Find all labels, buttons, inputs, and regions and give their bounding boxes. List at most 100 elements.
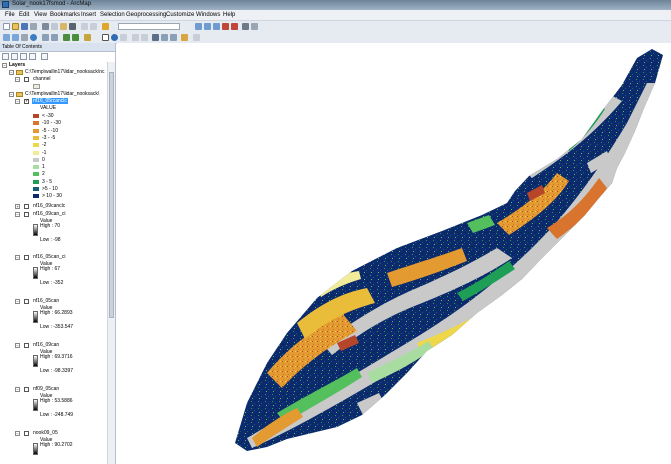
python-window-icon[interactable] [242, 23, 249, 30]
legend-swatch [33, 157, 39, 162]
add-data-icon[interactable] [102, 23, 109, 30]
layer-visibility-checkbox[interactable] [24, 204, 29, 209]
layers-root[interactable]: Layers [9, 62, 25, 68]
zoom-in-icon[interactable] [3, 34, 10, 41]
layer-visibility-checkbox[interactable] [24, 431, 29, 436]
toc-scrollbar[interactable] [107, 62, 115, 464]
menu-file[interactable]: File [5, 12, 15, 18]
go-to-xy-icon[interactable] [161, 34, 168, 41]
menu-bar: File Edit View Bookmarks Insert Selectio… [0, 10, 671, 21]
zoom-out-icon[interactable] [12, 34, 19, 41]
high-value-label: High : 67 [40, 266, 61, 272]
pan-icon[interactable] [21, 34, 28, 41]
model-builder-icon[interactable] [251, 23, 258, 30]
map-view[interactable] [117, 43, 671, 464]
viewer-window-icon[interactable] [193, 34, 200, 41]
new-document-icon[interactable] [3, 23, 10, 30]
redo-icon[interactable] [90, 23, 97, 30]
search-window-icon[interactable] [222, 23, 229, 30]
delete-icon[interactable] [69, 23, 76, 30]
layer-visibility-checkbox[interactable] [24, 299, 29, 304]
layer-visibility-checkbox[interactable] [24, 255, 29, 260]
layer-label[interactable]: nf16_09can_ci [33, 211, 66, 217]
high-value-label: High : 53.5886 [40, 398, 73, 404]
low-value-label: Low : -353.547 [40, 324, 74, 330]
selected-layer-visibility-checkbox[interactable] [24, 98, 29, 104]
time-slider-icon[interactable] [170, 34, 177, 41]
collapse-channel-icon[interactable]: − [15, 77, 20, 82]
fixed-zoom-out-icon[interactable] [51, 34, 58, 41]
cut-icon[interactable] [42, 23, 49, 30]
collapse-layer-icon[interactable]: − [15, 343, 20, 348]
list-by-drawing-order-icon[interactable] [2, 53, 9, 60]
layer-visibility-checkbox[interactable] [24, 387, 29, 392]
layer-visibility-checkbox[interactable] [24, 212, 29, 217]
open-folder-icon[interactable] [12, 23, 19, 30]
expand-layer-icon[interactable]: + [15, 204, 20, 209]
menu-customize[interactable]: Customize [166, 12, 194, 18]
menu-geoprocessing[interactable]: Geoprocessing [126, 12, 166, 18]
channel-visibility-checkbox[interactable] [24, 77, 29, 82]
legend-label: -2 [42, 142, 47, 149]
collapse-group2-icon[interactable]: − [9, 92, 14, 97]
menu-help[interactable]: Help [223, 12, 235, 18]
layer-label[interactable]: nf09_05can [33, 386, 59, 392]
save-icon[interactable] [21, 23, 28, 30]
map-scale-combo[interactable] [118, 23, 180, 30]
copy-icon[interactable] [51, 23, 58, 30]
collapse-layer-icon[interactable]: − [15, 387, 20, 392]
layer-label[interactable]: nook09_05 [33, 430, 58, 436]
table-of-contents-icon[interactable] [204, 23, 211, 30]
catalog-window-icon[interactable] [213, 23, 220, 30]
fixed-zoom-in-icon[interactable] [42, 34, 49, 41]
full-extent-icon[interactable] [30, 34, 37, 41]
group1-path[interactable]: C:\Temp\wallin17\lidar_nooksack\nc [25, 69, 104, 75]
channel-symbol [33, 84, 40, 89]
menu-view[interactable]: View [34, 12, 47, 18]
arctoolbox-icon[interactable] [231, 23, 238, 30]
legend-label: -3 - -5 [42, 134, 56, 141]
layer-label[interactable]: nf16_05can_ci [33, 254, 66, 260]
collapse-group1-icon[interactable]: − [9, 70, 14, 75]
menu-bookmarks[interactable]: Bookmarks [50, 12, 80, 18]
list-by-visibility-icon[interactable] [20, 53, 27, 60]
layer-label[interactable]: nf16_09canclc [33, 203, 65, 209]
scrollbar-thumb[interactable] [109, 72, 114, 318]
select-elements-icon[interactable] [102, 34, 109, 41]
collapse-layer-icon[interactable]: − [15, 431, 20, 436]
collapse-layer-icon[interactable]: − [15, 212, 20, 217]
select-features-icon[interactable] [84, 34, 91, 41]
measure-icon[interactable] [132, 34, 139, 41]
selected-layer-label[interactable]: nf16_05rcanclc [32, 98, 68, 104]
collapse-layer-icon[interactable]: − [15, 255, 20, 260]
layer-visibility-checkbox[interactable] [24, 343, 29, 348]
menu-selection[interactable]: Selection [100, 12, 125, 18]
editor-toolbar-icon[interactable] [195, 23, 202, 30]
collapse-layer-icon[interactable]: − [15, 299, 20, 304]
list-by-selection-icon[interactable] [29, 53, 36, 60]
binoculars-icon[interactable] [152, 34, 159, 41]
print-icon[interactable] [30, 23, 37, 30]
group2-path[interactable]: C:\Temp\wallin17\lidar_nooksack\ [25, 91, 99, 97]
html-popup-icon[interactable] [181, 34, 188, 41]
layer-label[interactable]: nf16_05can [33, 298, 59, 304]
hyperlink-icon[interactable] [141, 34, 148, 41]
identify-icon[interactable] [111, 34, 118, 41]
paste-icon[interactable] [60, 23, 67, 30]
forward-extent-icon[interactable] [72, 34, 79, 41]
low-value-label: Low : -248.749 [40, 412, 74, 418]
options-icon[interactable] [41, 53, 48, 60]
find-icon[interactable] [120, 34, 127, 41]
menu-windows[interactable]: Windows [196, 12, 220, 18]
collapse-selected-layer-icon[interactable]: − [15, 99, 20, 104]
undo-icon[interactable] [81, 23, 88, 30]
channel-layer-label[interactable]: channel [33, 76, 51, 82]
folder-icon [16, 70, 23, 75]
menu-insert[interactable]: Insert [81, 12, 96, 18]
menu-edit[interactable]: Edit [19, 12, 29, 18]
collapse-layers-icon[interactable]: − [2, 63, 7, 68]
back-extent-icon[interactable] [63, 34, 70, 41]
list-by-source-icon[interactable] [11, 53, 18, 60]
layer-label[interactable]: nf16_09can [33, 342, 59, 348]
high-value-label: High : 69.3716 [40, 354, 73, 360]
